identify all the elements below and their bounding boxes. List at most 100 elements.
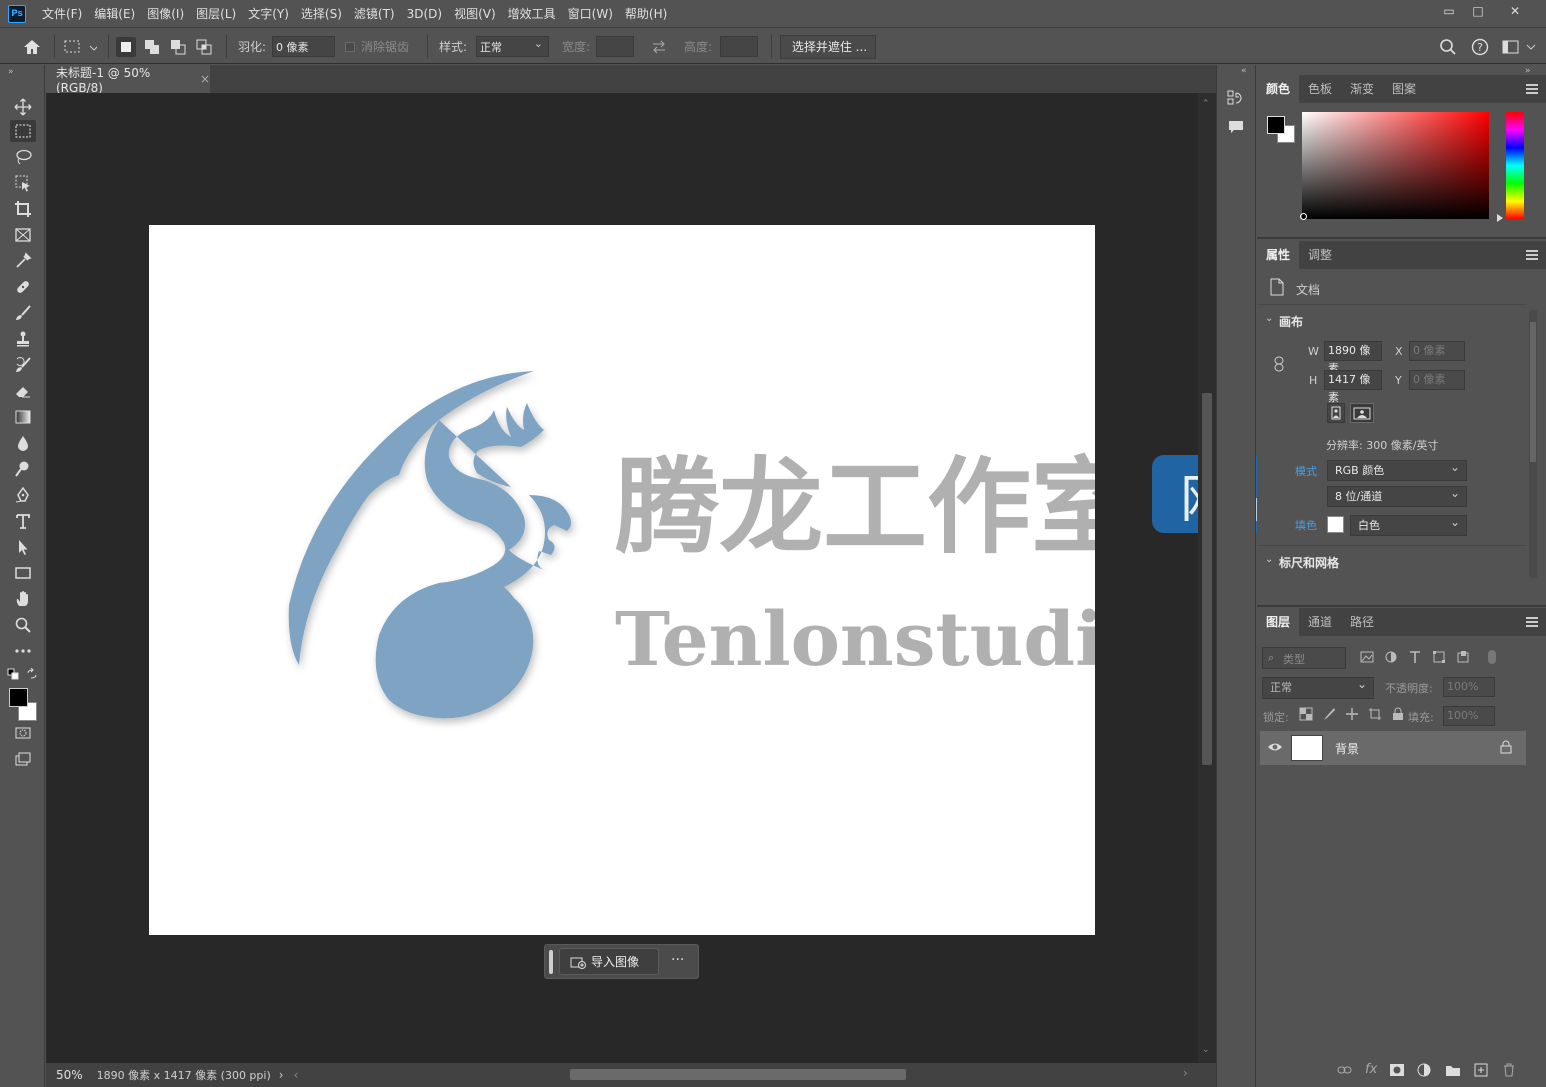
path-selection-tool-icon[interactable]	[10, 536, 36, 558]
bit-depth-select[interactable]: 8 位/通道	[1327, 484, 1467, 507]
antialias-checkbox[interactable]	[345, 41, 355, 52]
home-icon[interactable]	[22, 29, 42, 64]
history-panel-icon[interactable]	[1227, 89, 1245, 110]
color-panel-foreground-swatch[interactable]	[1267, 116, 1285, 134]
menu-item[interactable]: 编辑(E)	[88, 0, 141, 28]
fill-opacity-input[interactable]: 100%	[1443, 706, 1495, 726]
menu-item[interactable]: 文件(F)	[36, 0, 88, 28]
hscroll-right-icon[interactable]: ›	[1183, 1066, 1188, 1080]
tab-channels[interactable]: 通道	[1299, 608, 1341, 636]
hue-slider[interactable]	[1506, 112, 1524, 219]
properties-scrollbar[interactable]	[1529, 310, 1537, 578]
portrait-orientation-icon[interactable]	[1327, 403, 1345, 423]
menu-item[interactable]: 增效工具	[502, 0, 562, 28]
document-canvas[interactable]: 腾龙工作室 网站 Tenlonstudio.com	[149, 225, 1095, 935]
menu-item[interactable]: 视图(V)	[448, 0, 502, 28]
pen-tool-icon[interactable]	[10, 484, 36, 506]
more-tools-icon[interactable]	[10, 640, 36, 662]
canvas-x-input[interactable]: 0 像素	[1409, 341, 1465, 361]
close-button[interactable]: ✕	[1504, 2, 1526, 20]
minimize-button[interactable]: ▭	[1438, 2, 1460, 20]
tab-gradients[interactable]: 渐变	[1341, 75, 1383, 103]
crop-tool-icon[interactable]	[10, 198, 36, 220]
tab-layers[interactable]: 图层	[1257, 608, 1300, 636]
layer-filter-select[interactable]: ⌕ 类型	[1262, 647, 1346, 669]
menu-item[interactable]: 帮助(H)	[619, 0, 673, 28]
swap-colors-icon[interactable]	[26, 667, 38, 683]
canvas-height-input[interactable]: 1417 像素	[1324, 370, 1382, 404]
menu-item[interactable]: 3D(D)	[401, 0, 448, 28]
add-selection-icon[interactable]	[142, 37, 162, 57]
drag-handle[interactable]	[549, 950, 553, 974]
canvas-section-title[interactable]: 画布	[1279, 313, 1303, 330]
rectangle-tool-icon[interactable]	[10, 562, 36, 584]
blend-mode-select[interactable]: 正常	[1262, 675, 1374, 699]
canvas-width-input[interactable]: 1890 像素	[1324, 341, 1382, 375]
swap-icon[interactable]	[651, 29, 667, 64]
layer-name[interactable]: 背景	[1335, 740, 1359, 757]
brush-tool-icon[interactable]	[10, 302, 36, 324]
collapse-icon[interactable]: »	[8, 67, 14, 77]
tab-properties[interactable]: 属性	[1257, 241, 1300, 269]
help-icon[interactable]: ?	[1471, 29, 1489, 64]
gradient-tool-icon[interactable]	[10, 406, 36, 428]
document-tab[interactable]: 未标题-1 @ 50%(RGB/8) ×	[46, 65, 210, 95]
layer-row-background[interactable]: 背景	[1260, 731, 1526, 765]
history-brush-tool-icon[interactable]	[10, 354, 36, 376]
expand-panels-icon[interactable]: «	[1241, 66, 1247, 76]
move-tool-icon[interactable]	[10, 96, 36, 118]
default-colors-icon[interactable]	[7, 668, 19, 683]
new-selection-icon[interactable]	[116, 37, 136, 57]
eraser-tool-icon[interactable]	[10, 380, 36, 402]
more-options-icon[interactable]: ···	[671, 952, 684, 968]
menu-item[interactable]: 滤镜(T)	[348, 0, 401, 28]
link-icon[interactable]	[1273, 356, 1285, 375]
feather-input[interactable]: 0 像素	[272, 36, 335, 57]
canvas-area[interactable]: 腾龙工作室 网站 Tenlonstudio.com	[46, 93, 1198, 1063]
lasso-tool-icon[interactable]	[10, 146, 36, 168]
subtract-selection-icon[interactable]	[168, 37, 188, 57]
status-menu-arrow[interactable]: ›	[279, 1068, 284, 1082]
landscape-orientation-icon[interactable]	[1350, 403, 1374, 423]
opacity-input[interactable]: 100%	[1443, 677, 1495, 697]
import-image-button[interactable]: 导入图像	[559, 948, 659, 975]
healing-brush-tool-icon[interactable]	[10, 276, 36, 298]
vertical-scroll-thumb[interactable]	[1202, 393, 1212, 765]
color-spectrum-field[interactable]	[1302, 112, 1489, 219]
quick-mask-icon[interactable]	[10, 722, 36, 744]
tab-swatches[interactable]: 色板	[1299, 75, 1341, 103]
vertical-scrollbar[interactable]: ⌃ ⌄	[1198, 93, 1216, 1063]
blur-tool-icon[interactable]	[10, 432, 36, 454]
object-selection-tool-icon[interactable]	[10, 172, 36, 194]
menu-item[interactable]: 窗口(W)	[562, 0, 619, 28]
rectangular-marquee-tool-icon[interactable]	[10, 120, 36, 142]
zoom-level[interactable]: 50%	[56, 1068, 83, 1082]
intersect-selection-icon[interactable]	[194, 37, 214, 57]
menu-item[interactable]: 图像(I)	[141, 0, 190, 28]
dodge-tool-icon[interactable]	[10, 458, 36, 480]
layers-panel-menu-icon[interactable]	[1526, 617, 1538, 627]
foreground-color-swatch[interactable]	[9, 688, 28, 707]
color-picker-handle[interactable]	[1300, 213, 1307, 220]
canvas-section-chevron-icon[interactable]: ⌄	[1265, 313, 1273, 324]
rulers-section-title[interactable]: 标尺和网格	[1279, 554, 1339, 571]
document-tab-close-icon[interactable]: ×	[200, 72, 210, 86]
height-input[interactable]	[720, 36, 758, 57]
hand-tool-icon[interactable]	[10, 588, 36, 610]
canvas-y-input[interactable]: 0 像素	[1409, 370, 1465, 390]
menu-item[interactable]: 文字(Y)	[242, 0, 295, 28]
rulers-section-chevron-icon[interactable]: ⌄	[1265, 554, 1273, 565]
horizontal-scroll-thumb[interactable]	[570, 1069, 906, 1080]
tab-adjustments[interactable]: 调整	[1299, 241, 1341, 269]
restore-button[interactable]: □	[1467, 2, 1489, 20]
color-mode-select[interactable]: RGB 颜色	[1327, 458, 1467, 481]
properties-panel-menu-icon[interactable]	[1526, 250, 1538, 260]
hue-slider-handle[interactable]	[1497, 214, 1503, 222]
fill-color-swatch[interactable]	[1327, 516, 1344, 533]
comments-panel-icon[interactable]	[1228, 119, 1244, 138]
type-tool-icon[interactable]	[10, 510, 36, 532]
color-panel-menu-icon[interactable]	[1526, 84, 1538, 94]
filter-toggle[interactable]	[1488, 650, 1496, 664]
menu-item[interactable]: 图层(L)	[190, 0, 242, 28]
marquee-preset-icon[interactable]	[63, 29, 97, 64]
